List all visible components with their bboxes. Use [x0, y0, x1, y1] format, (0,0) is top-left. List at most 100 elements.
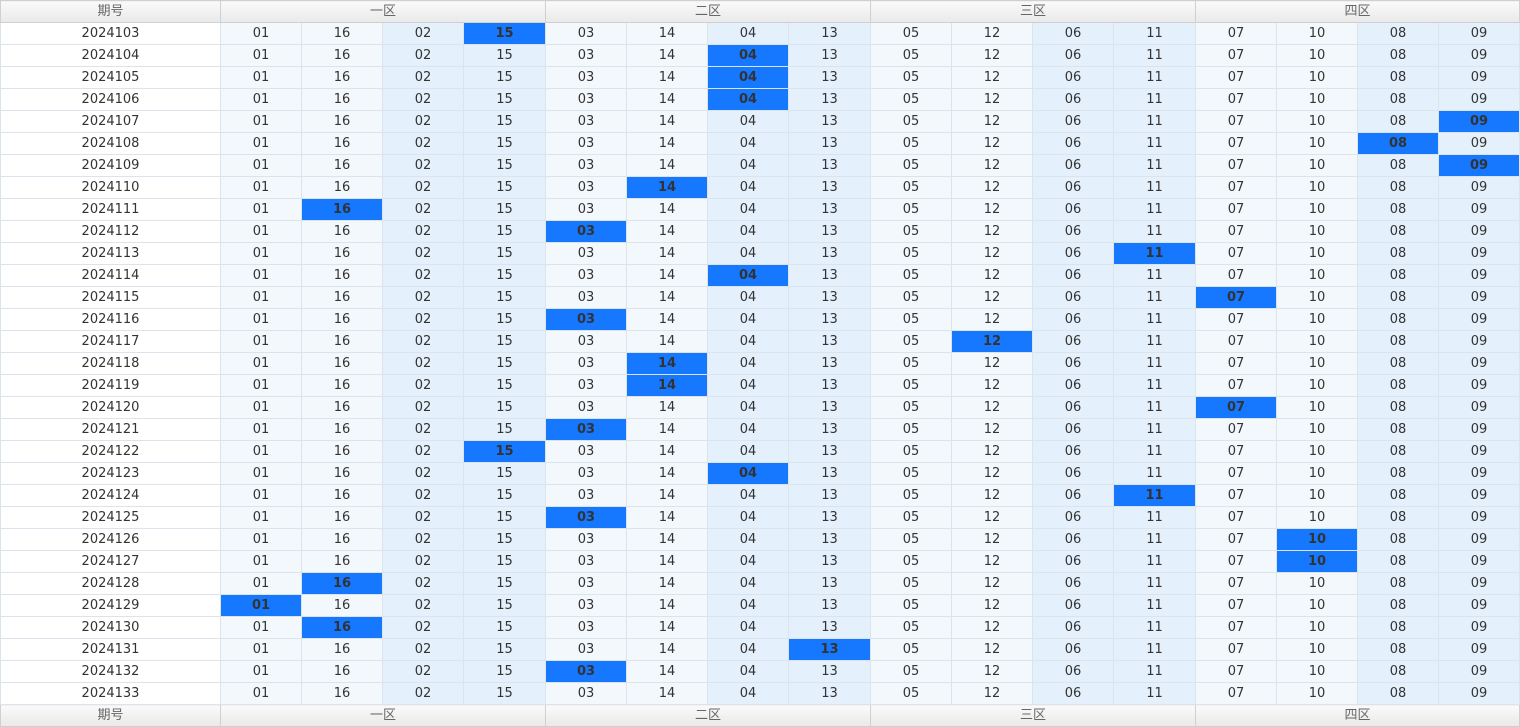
number-cell: 14: [626, 154, 709, 177]
number-cell: 08: [1357, 88, 1440, 111]
table-row: 2024117 01 16 02 15 03 14 04 13 05 12 06 11 07 10 08 09: [0, 330, 1520, 353]
zone-footer-1[interactable]: 一区: [219, 704, 547, 727]
number-cell: 07: [1195, 154, 1278, 177]
number-cell: 09: [1438, 44, 1520, 67]
number-cell: 14: [626, 418, 709, 441]
period-footer[interactable]: 期号: [0, 704, 221, 727]
table-row: 2024107 01 16 02 15 03 14 04 13 05 12 06 11 07 10 08 09: [0, 110, 1520, 133]
period-cell: 2024120: [0, 396, 221, 419]
number-cell: 07: [1195, 528, 1278, 551]
number-cell: 12: [951, 264, 1034, 287]
hit-number-cell: 08: [1357, 132, 1440, 155]
zone-footer-4[interactable]: 四区: [1195, 704, 1520, 727]
period-cell: 2024133: [0, 682, 221, 705]
number-cell: 15: [462, 110, 547, 133]
number-cell: 09: [1438, 22, 1520, 45]
number-cell: 15: [462, 44, 547, 67]
number-cell: 01: [220, 22, 302, 45]
period-cell: 2024129: [0, 594, 221, 617]
number-cell: 15: [462, 330, 547, 353]
number-cell: 06: [1032, 374, 1115, 397]
hit-number-cell: 14: [626, 176, 709, 199]
number-cell: 02: [382, 308, 464, 331]
period-cell: 2024118: [0, 352, 221, 375]
number-cell: 08: [1357, 660, 1440, 683]
number-cell: 15: [462, 352, 547, 375]
number-cell: 09: [1438, 264, 1520, 287]
number-cell: 06: [1032, 528, 1115, 551]
number-cell: 08: [1357, 154, 1440, 177]
number-cell: 08: [1357, 374, 1440, 397]
table-row: 2024131 01 16 02 15 03 14 04 13 05 12 06 11 07 10 08 09: [0, 638, 1520, 661]
hit-number-cell: 04: [707, 264, 790, 287]
number-cell: 13: [788, 22, 872, 45]
number-cell: 16: [301, 550, 383, 573]
number-cell: 03: [545, 638, 628, 661]
number-cell: 02: [382, 286, 464, 309]
hit-number-cell: 13: [788, 638, 872, 661]
period-cell: 2024104: [0, 44, 221, 67]
table-row: 2024121 01 16 02 15 03 14 04 13 05 12 06 11 07 10 08 09: [0, 418, 1520, 441]
period-header[interactable]: 期号: [0, 0, 221, 23]
zone-footer-3[interactable]: 三区: [870, 704, 1197, 727]
number-cell: 04: [707, 506, 790, 529]
number-cell: 10: [1276, 396, 1359, 419]
number-cell: 06: [1032, 462, 1115, 485]
hit-number-cell: 03: [545, 418, 628, 441]
number-cell: 14: [626, 22, 709, 45]
number-cell: 14: [626, 462, 709, 485]
zone-header-1[interactable]: 一区: [219, 0, 547, 23]
number-cell: 01: [220, 462, 302, 485]
number-cell: 16: [301, 132, 383, 155]
period-cell: 2024109: [0, 154, 221, 177]
number-cell: 09: [1438, 506, 1520, 529]
hit-number-cell: 03: [545, 308, 628, 331]
number-cell: 11: [1113, 330, 1197, 353]
number-cell: 11: [1113, 132, 1197, 155]
zone-header-3[interactable]: 三区: [870, 0, 1197, 23]
table-row: 2024110 01 16 02 15 03 14 04 13 05 12 06 11 07 10 08 09: [0, 176, 1520, 199]
table-row: 2024125 01 16 02 15 03 14 04 13 05 12 06 11 07 10 08 09: [0, 506, 1520, 529]
number-cell: 07: [1195, 352, 1278, 375]
number-cell: 05: [870, 396, 953, 419]
number-cell: 09: [1438, 418, 1520, 441]
number-cell: 05: [870, 88, 953, 111]
number-cell: 16: [301, 528, 383, 551]
zone-footer-2[interactable]: 二区: [545, 704, 872, 727]
number-cell: 13: [788, 176, 872, 199]
number-cell: 06: [1032, 66, 1115, 89]
number-cell: 13: [788, 660, 872, 683]
number-cell: 14: [626, 44, 709, 67]
number-cell: 11: [1113, 396, 1197, 419]
hit-number-cell: 07: [1195, 396, 1278, 419]
period-cell: 2024106: [0, 88, 221, 111]
zone-header-2[interactable]: 二区: [545, 0, 872, 23]
number-cell: 08: [1357, 572, 1440, 595]
zone-header-4[interactable]: 四区: [1195, 0, 1520, 23]
number-cell: 04: [707, 110, 790, 133]
number-cell: 16: [301, 484, 383, 507]
number-cell: 15: [462, 638, 547, 661]
number-cell: 01: [220, 330, 302, 353]
number-cell: 06: [1032, 308, 1115, 331]
period-cell: 2024114: [0, 264, 221, 287]
table-row: 2024128 01 16 02 15 03 14 04 13 05 12 06 11 07 10 08 09: [0, 572, 1520, 595]
number-cell: 01: [220, 352, 302, 375]
number-cell: 16: [301, 264, 383, 287]
number-cell: 14: [626, 66, 709, 89]
number-cell: 14: [626, 638, 709, 661]
number-cell: 02: [382, 44, 464, 67]
number-cell: 03: [545, 286, 628, 309]
number-cell: 14: [626, 308, 709, 331]
number-cell: 12: [951, 66, 1034, 89]
number-cell: 14: [626, 594, 709, 617]
number-cell: 12: [951, 638, 1034, 661]
number-cell: 16: [301, 110, 383, 133]
number-cell: 05: [870, 572, 953, 595]
number-cell: 04: [707, 176, 790, 199]
trend-table: 期号 一区 二区 三区 四区 2024103 01 16 02 15 03 14 04 13 05…: [0, 0, 1520, 727]
number-cell: 10: [1276, 374, 1359, 397]
number-cell: 14: [626, 660, 709, 683]
number-cell: 13: [788, 528, 872, 551]
number-cell: 10: [1276, 264, 1359, 287]
